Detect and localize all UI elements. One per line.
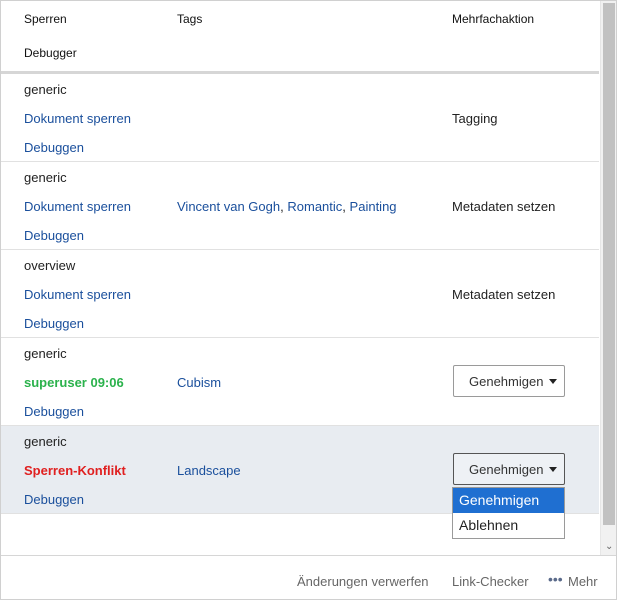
header-lock[interactable]: Sperren: [24, 12, 67, 26]
more-dots-icon[interactable]: •••: [548, 571, 563, 587]
document-type: generic: [24, 82, 67, 97]
chevron-down-icon: [549, 379, 557, 384]
lock-owner-status: superuser 09:06: [24, 375, 124, 390]
multi-action-dropdown-menu: Genehmigen Ablehnen: [452, 487, 565, 539]
tag-link[interactable]: Romantic: [287, 199, 342, 214]
debug-link[interactable]: Debuggen: [24, 492, 84, 507]
debug-link[interactable]: Debuggen: [24, 228, 84, 243]
lock-document-link[interactable]: Dokument sperren: [24, 199, 131, 214]
multi-action-label: Tagging: [452, 111, 498, 126]
results-panel: Sperren Tags Mehrfachaktion Debugger gen…: [0, 0, 617, 600]
link-checker-button[interactable]: Link-Checker: [452, 574, 529, 589]
more-button[interactable]: Mehr: [568, 574, 598, 589]
tag-link[interactable]: Painting: [350, 199, 397, 214]
table-row: generic Dokument sperren Tagging Debugge…: [1, 74, 599, 162]
select-value: Genehmigen: [469, 461, 544, 477]
scroll-down-arrow-icon[interactable]: ⌄: [605, 542, 613, 552]
tag-separator: ,: [342, 199, 346, 214]
document-type: generic: [24, 170, 67, 185]
discard-changes-button[interactable]: Änderungen verwerfen: [297, 574, 429, 589]
header-tags[interactable]: Tags: [177, 12, 202, 26]
vertical-scrollbar[interactable]: ⌄: [600, 1, 616, 557]
table-row: generic Dokument sperren Vincent van Gog…: [1, 162, 599, 250]
lock-conflict-status: Sperren-Konflikt: [24, 463, 126, 478]
results-table-body: generic Dokument sperren Tagging Debugge…: [1, 74, 599, 514]
multi-action-label: Metadaten setzen: [452, 287, 556, 302]
multi-action-label: Metadaten setzen: [452, 199, 556, 214]
table-row: overview Dokument sperren Metadaten setz…: [1, 250, 599, 338]
select-value: Genehmigen: [469, 373, 544, 389]
tag-link[interactable]: Cubism: [177, 375, 221, 390]
debug-link[interactable]: Debuggen: [24, 404, 84, 419]
table-header: Sperren Tags Mehrfachaktion Debugger: [1, 1, 599, 74]
lock-document-link[interactable]: Dokument sperren: [24, 111, 131, 126]
option-approve[interactable]: Genehmigen: [453, 488, 564, 513]
document-type: generic: [24, 434, 67, 449]
tag-separator: ,: [280, 199, 284, 214]
tag-link[interactable]: Landscape: [177, 463, 241, 478]
lock-document-link[interactable]: Dokument sperren: [24, 287, 131, 302]
chevron-down-icon: [549, 467, 557, 472]
table-row: generic superuser 09:06 Cubism Genehmige…: [1, 338, 599, 426]
multi-action-select[interactable]: Genehmigen: [453, 365, 565, 397]
document-type: generic: [24, 346, 67, 361]
debug-link[interactable]: Debuggen: [24, 140, 84, 155]
header-multi-action[interactable]: Mehrfachaktion: [452, 12, 534, 26]
header-debugger[interactable]: Debugger: [24, 46, 77, 60]
tag-link[interactable]: Vincent van Gogh: [177, 199, 280, 214]
document-type: overview: [24, 258, 76, 273]
option-reject[interactable]: Ablehnen: [453, 513, 564, 538]
tag-list: Vincent van Gogh, Romantic, Painting: [177, 199, 397, 214]
scrollbar-thumb[interactable]: [603, 3, 615, 525]
footer-toolbar: Änderungen verwerfen Link-Checker ••• Me…: [1, 555, 616, 599]
debug-link[interactable]: Debuggen: [24, 316, 84, 331]
multi-action-select-open[interactable]: Genehmigen: [453, 453, 565, 485]
